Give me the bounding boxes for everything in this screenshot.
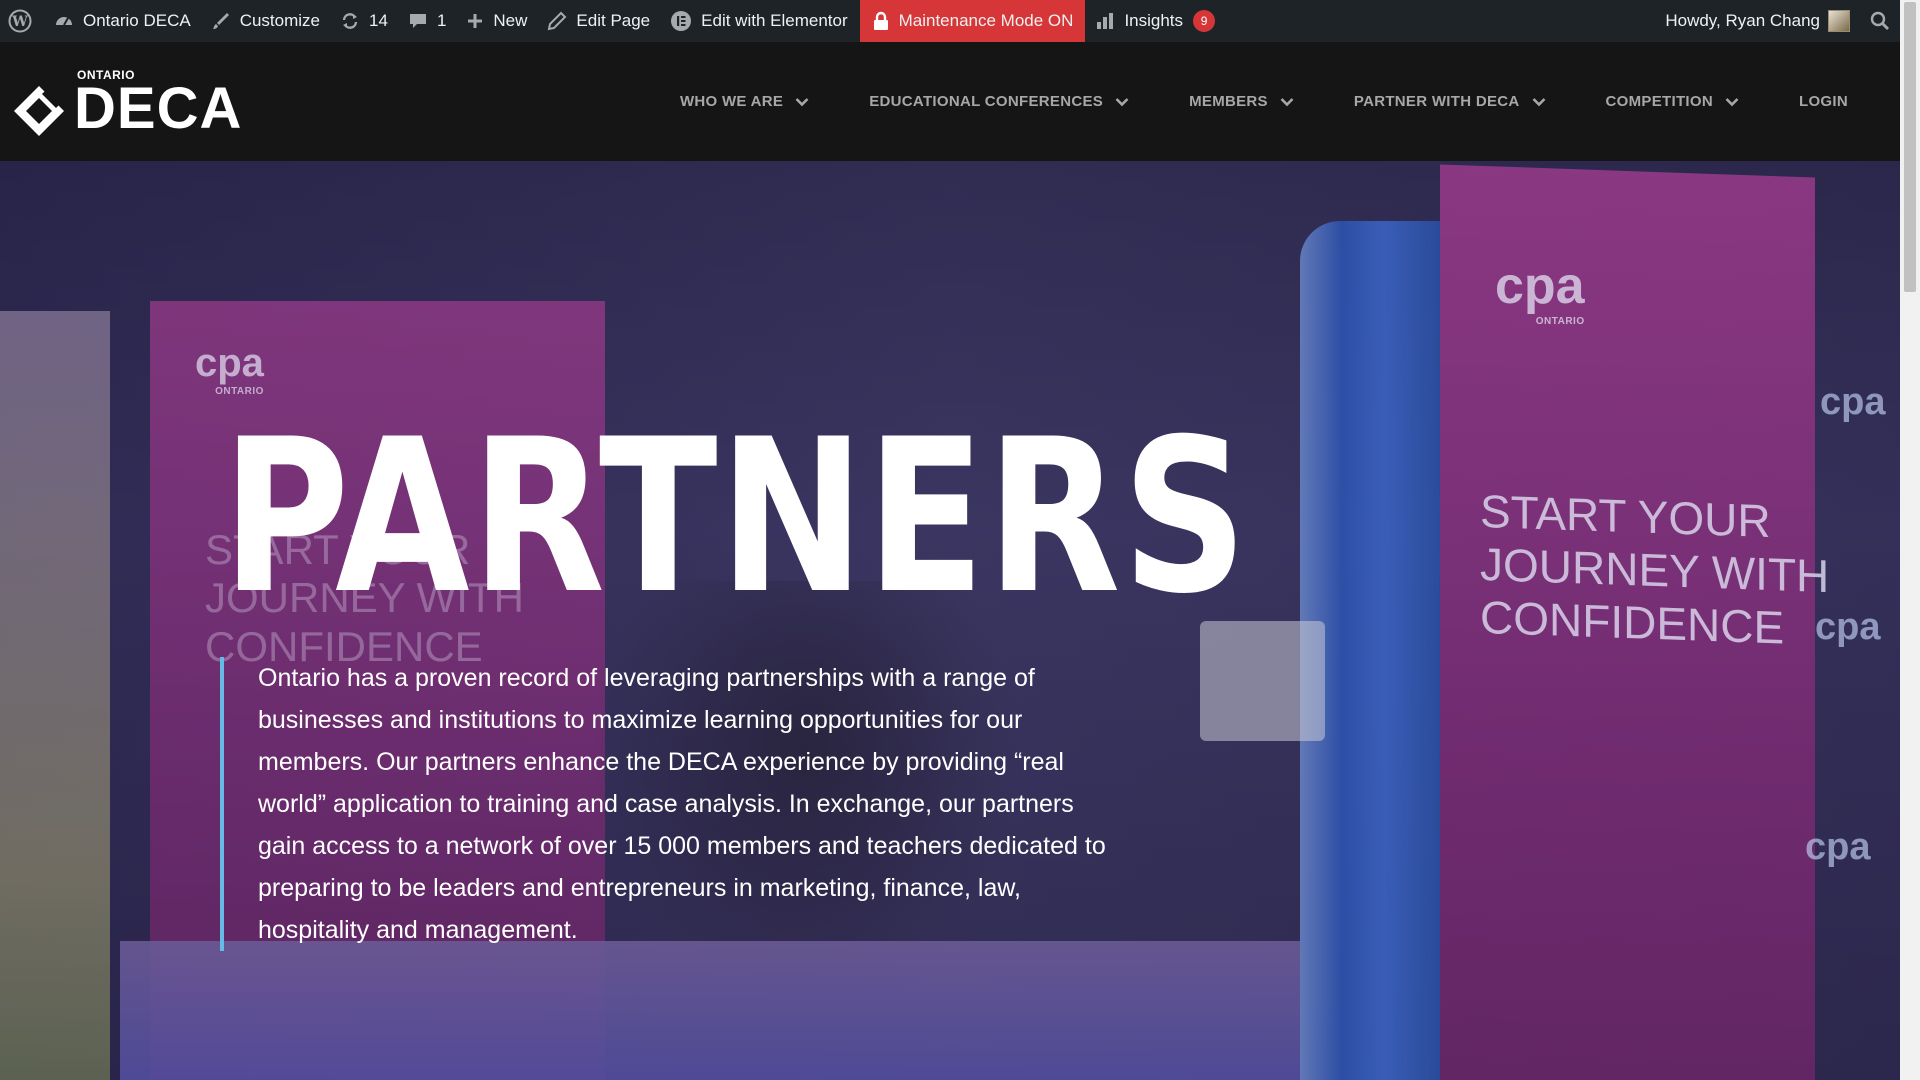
- cpa-logo-text: cpa: [195, 341, 264, 385]
- insights-badge: 9: [1193, 10, 1216, 32]
- edit-elementor-link[interactable]: Edit with Elementor: [660, 0, 857, 42]
- logo-text: ONTARIO DECA: [74, 68, 242, 138]
- nav-label: COMPETITION: [1605, 93, 1713, 110]
- chevron-down-icon: [1532, 97, 1545, 106]
- main-navigation: WHO WE ARE EDUCATIONAL CONFERENCES MEMBE…: [620, 42, 1848, 161]
- nav-partner-with-deca[interactable]: PARTNER WITH DECA: [1354, 93, 1546, 110]
- admin-search-button[interactable]: [1860, 0, 1900, 42]
- nav-label: EDUCATIONAL CONFERENCES: [869, 93, 1104, 110]
- nav-educational-conferences[interactable]: EDUCATIONAL CONFERENCES: [869, 93, 1129, 110]
- comment-icon: [409, 14, 426, 28]
- edit-page-link[interactable]: Edit Page: [537, 0, 660, 42]
- nav-login[interactable]: LOGIN: [1799, 93, 1848, 110]
- background-table: [120, 941, 1300, 1080]
- cpa-logo-text: cpa: [1805, 826, 1871, 868]
- cpa-logo-sub: ONTARIO: [1535, 316, 1585, 327]
- cpa-logo-backdrop: cpa: [1805, 826, 1870, 869]
- howdy-label: Howdy, Ryan Chang: [1665, 11, 1820, 30]
- nav-members[interactable]: MEMBERS: [1189, 93, 1294, 110]
- chevron-down-icon: [1725, 97, 1739, 106]
- admin-bar-right: Howdy, Ryan Chang: [1655, 0, 1900, 42]
- my-account-menu[interactable]: Howdy, Ryan Chang: [1655, 0, 1860, 42]
- hero-description: Ontario has a proven record of leveragin…: [220, 657, 1120, 951]
- cpa-logo-left: cpa ONTARIO: [195, 341, 264, 397]
- maintenance-label: Maintenance Mode ON: [898, 11, 1074, 30]
- hero-section: cpa ONTARIO cpa ONTARIO cpa cpa cpa STAR…: [0, 161, 1900, 1080]
- search-icon: [1870, 11, 1889, 30]
- insights-link[interactable]: Insights 9: [1085, 0, 1225, 42]
- updates-link[interactable]: 14: [330, 0, 398, 42]
- comments-link[interactable]: 1: [398, 0, 456, 42]
- site-name-menu[interactable]: Ontario DECA: [44, 0, 201, 42]
- cpa-logo-text: cpa: [1495, 257, 1585, 315]
- chevron-down-icon: [795, 97, 809, 106]
- nav-competition[interactable]: COMPETITION: [1606, 93, 1739, 110]
- dashboard-icon: [56, 17, 72, 26]
- chevron-down-icon: [1115, 97, 1129, 106]
- site-logo[interactable]: ONTARIO DECA: [12, 68, 242, 138]
- chevron-down-icon: [1280, 97, 1294, 106]
- nav-label: LOGIN: [1799, 93, 1848, 110]
- bar-chart-icon: [1097, 13, 1114, 29]
- site-name-label: Ontario DECA: [83, 11, 191, 30]
- cpa-logo-backdrop: cpa: [1820, 381, 1885, 424]
- insights-label: Insights: [1124, 11, 1184, 30]
- wordpress-logo-icon[interactable]: W: [0, 0, 44, 42]
- deca-diamond-logo-icon: [14, 86, 64, 136]
- nav-label: MEMBERS: [1189, 93, 1268, 110]
- cpa-logo-text: cpa: [1820, 381, 1886, 423]
- new-content-link[interactable]: New: [456, 0, 537, 42]
- customize-link[interactable]: Customize: [201, 0, 330, 42]
- elementor-icon: [671, 11, 692, 31]
- cpa-logo-right: cpa ONTARIO: [1495, 256, 1585, 327]
- wp-admin-bar: W Ontario DECA Customize 14 1 New Edit P…: [0, 0, 1900, 42]
- updates-count: 14: [369, 11, 388, 30]
- page-title: PARTNERS: [222, 393, 1250, 640]
- logo-small-text: ONTARIO: [77, 68, 135, 82]
- new-label: New: [493, 11, 528, 30]
- updates-icon: [342, 13, 358, 29]
- avatar: [1828, 10, 1850, 32]
- edit-page-label: Edit Page: [576, 11, 651, 30]
- svg-text:W: W: [11, 14, 28, 30]
- background-poster: [0, 311, 110, 1080]
- nav-label: WHO WE ARE: [679, 93, 784, 110]
- pencil-icon: [548, 11, 567, 31]
- comments-count: 1: [436, 11, 447, 30]
- brush-icon: [212, 13, 229, 29]
- scrollbar-thumb[interactable]: [1904, 2, 1916, 292]
- page-scrollbar[interactable]: [1900, 0, 1920, 1080]
- edit-elementor-label: Edit with Elementor: [701, 11, 848, 30]
- plus-icon: [468, 14, 483, 28]
- customize-label: Customize: [239, 11, 321, 30]
- site-header: ONTARIO DECA WHO WE ARE EDUCATIONAL CONF…: [0, 42, 1900, 161]
- banner-slogan-right: START YOUR JOURNEY WITH CONFIDENCE: [1480, 485, 1829, 656]
- maintenance-mode-toggle[interactable]: Maintenance Mode ON: [859, 0, 1086, 42]
- nav-label: PARTNER WITH DECA: [1353, 93, 1520, 110]
- lock-icon: [873, 11, 888, 30]
- nav-who-we-are[interactable]: WHO WE ARE: [680, 93, 809, 110]
